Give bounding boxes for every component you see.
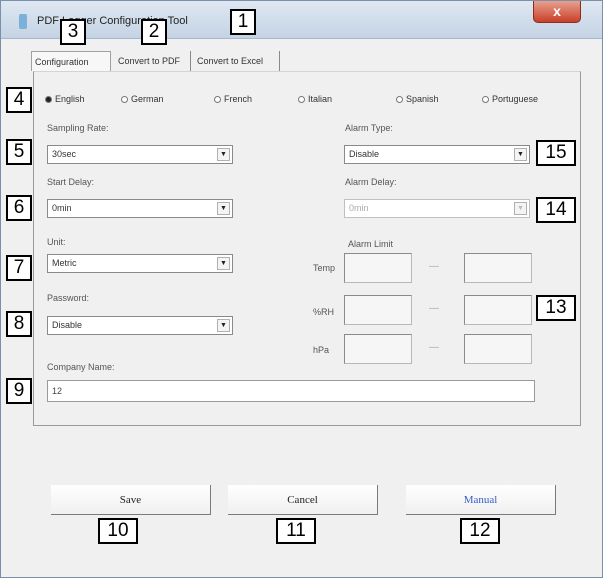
callout-5: 5 [6, 139, 32, 165]
unit-label: Unit: [47, 237, 66, 247]
radio-icon [396, 96, 403, 103]
configuration-panel [33, 71, 581, 426]
hpa-label: hPa [313, 345, 330, 355]
rh-label: %RH [313, 307, 335, 317]
callout-7: 7 [6, 255, 32, 281]
language-option-german[interactable]: German [121, 94, 164, 104]
sampling-rate-label: Sampling Rate: [47, 123, 109, 133]
hpa-max-input[interactable] [464, 334, 532, 364]
alarm-type-value: Disable [349, 149, 380, 159]
tab-convert-to-excel[interactable]: Convert to Excel [194, 51, 280, 71]
language-option-spanish[interactable]: Spanish [396, 94, 439, 104]
temp-max-input[interactable] [464, 253, 532, 283]
language-option-italian[interactable]: Italian [298, 94, 332, 104]
sampling-rate-select[interactable]: 30sec ▼ [47, 145, 233, 164]
language-label: Spanish [406, 94, 439, 104]
company-name-input[interactable]: 12 [47, 380, 535, 402]
callout-2: 2 [141, 19, 167, 45]
sampling-rate-value: 30sec [52, 149, 77, 159]
close-button[interactable]: x [533, 1, 581, 23]
language-label: Portuguese [492, 94, 539, 104]
start-delay-label: Start Delay: [47, 177, 95, 187]
language-option-english[interactable]: English [45, 94, 85, 104]
language-label: Italian [308, 94, 333, 104]
callout-4: 4 [6, 87, 32, 113]
language-label: French [224, 94, 253, 104]
cancel-button[interactable]: Cancel [228, 485, 378, 515]
chevron-down-icon[interactable]: ▼ [514, 148, 527, 161]
start-delay-value: 0min [52, 203, 72, 213]
callout-10: 10 [98, 518, 138, 544]
rh-max-input[interactable] [464, 295, 532, 325]
temp-min-input[interactable] [344, 253, 412, 283]
app-icon [19, 14, 27, 29]
temp-separator: — [429, 261, 439, 272]
rh-separator: — [429, 303, 439, 314]
radio-selected-icon [45, 96, 52, 103]
password-value: Disable [52, 320, 83, 330]
password-select[interactable]: Disable ▼ [47, 316, 233, 335]
language-label: German [131, 94, 164, 104]
language-option-portuguese[interactable]: Portuguese [482, 94, 538, 104]
callout-3: 3 [60, 19, 86, 45]
chevron-down-icon[interactable]: ▼ [514, 202, 527, 215]
start-delay-select[interactable]: 0min ▼ [47, 199, 233, 218]
callout-14: 14 [536, 197, 576, 223]
radio-icon [298, 96, 305, 103]
tab-configuration[interactable]: Configuration [31, 51, 111, 71]
chevron-down-icon[interactable]: ▼ [217, 319, 230, 332]
unit-value: Metric [52, 258, 77, 268]
tab-convert-to-pdf[interactable]: Convert to PDF [115, 51, 191, 71]
manual-button[interactable]: Manual [406, 485, 556, 515]
callout-1: 1 [230, 9, 256, 35]
callout-9: 9 [6, 378, 32, 404]
alarm-limit-label: Alarm Limit [348, 239, 394, 249]
hpa-separator: — [429, 342, 439, 353]
alarm-delay-label: Alarm Delay: [345, 177, 397, 187]
alarm-delay-select[interactable]: 0min ▼ [344, 199, 530, 218]
save-button[interactable]: Save [51, 485, 211, 515]
configuration-window: PDF Logger Configuration Tool x Configur… [0, 0, 603, 578]
callout-15: 15 [536, 140, 576, 166]
alarm-type-select[interactable]: Disable ▼ [344, 145, 530, 164]
radio-icon [121, 96, 128, 103]
company-name-label: Company Name: [47, 362, 115, 372]
language-label: English [55, 94, 85, 104]
alarm-type-label: Alarm Type: [345, 123, 393, 133]
radio-icon [214, 96, 221, 103]
rh-min-input[interactable] [344, 295, 412, 325]
chevron-down-icon[interactable]: ▼ [217, 148, 230, 161]
title-bar: PDF Logger Configuration Tool x [1, 1, 602, 39]
callout-6: 6 [6, 195, 32, 221]
chevron-down-icon[interactable]: ▼ [217, 257, 230, 270]
password-label: Password: [47, 293, 90, 303]
language-option-french[interactable]: French [214, 94, 252, 104]
callout-8: 8 [6, 311, 32, 337]
callout-12: 12 [460, 518, 500, 544]
chevron-down-icon[interactable]: ▼ [217, 202, 230, 215]
callout-11: 11 [276, 518, 316, 544]
callout-13: 13 [536, 295, 576, 321]
hpa-min-input[interactable] [344, 334, 412, 364]
unit-select[interactable]: Metric ▼ [47, 254, 233, 273]
radio-icon [482, 96, 489, 103]
alarm-delay-value: 0min [349, 203, 369, 213]
temp-label: Temp [313, 263, 336, 273]
